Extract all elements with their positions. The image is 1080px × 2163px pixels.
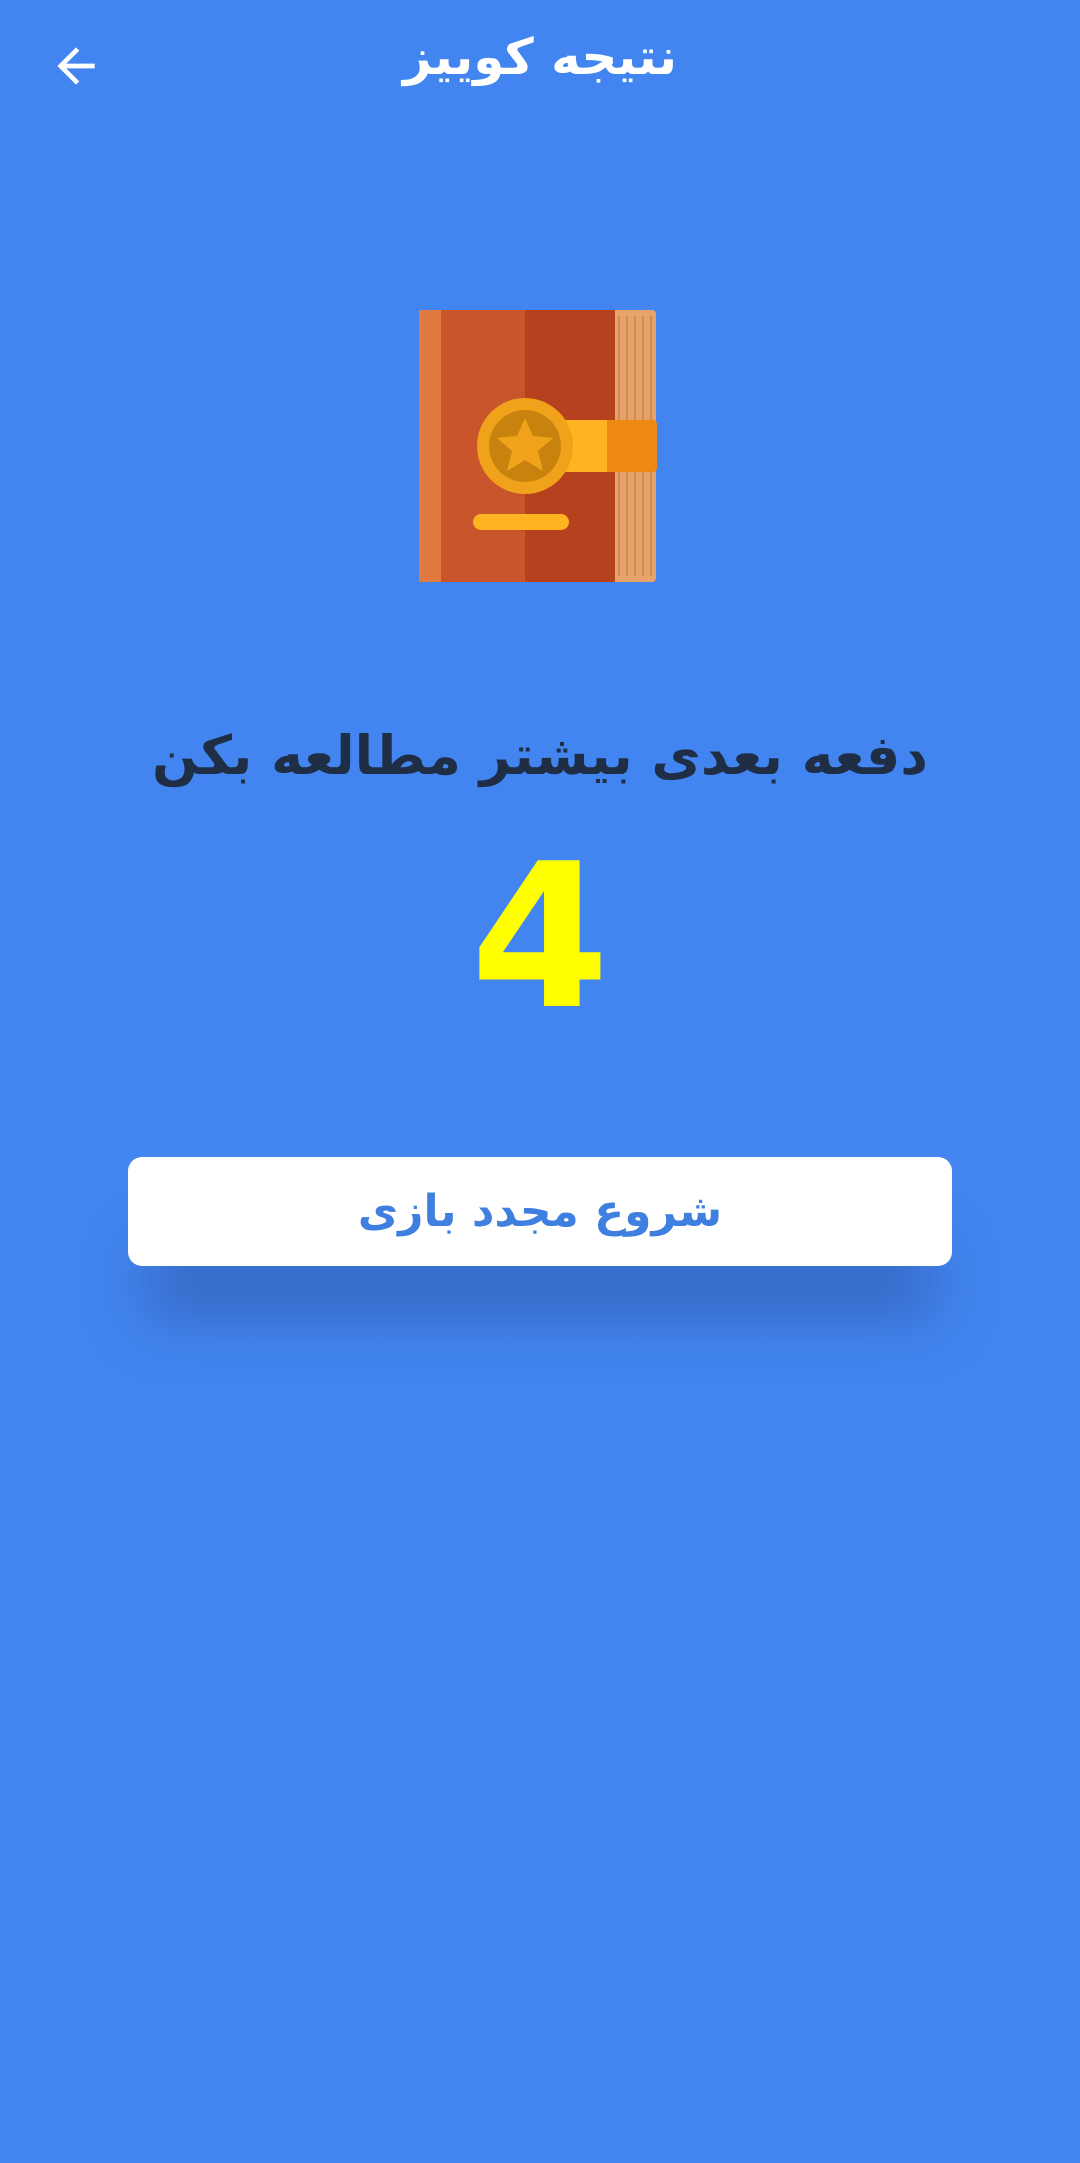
book-with-star-badge-icon	[415, 308, 665, 588]
restart-game-label: شروع مجدد بازی	[357, 1186, 723, 1237]
page-title: نتیجه کوییز	[402, 28, 678, 86]
result-message: دفعه بعدی بیشتر مطالعه بکن	[152, 724, 928, 787]
restart-game-button[interactable]: شروع مجدد بازی	[128, 1157, 952, 1266]
app-bar: نتیجه کوییز	[0, 0, 1080, 130]
score-value: 4	[470, 821, 610, 1054]
